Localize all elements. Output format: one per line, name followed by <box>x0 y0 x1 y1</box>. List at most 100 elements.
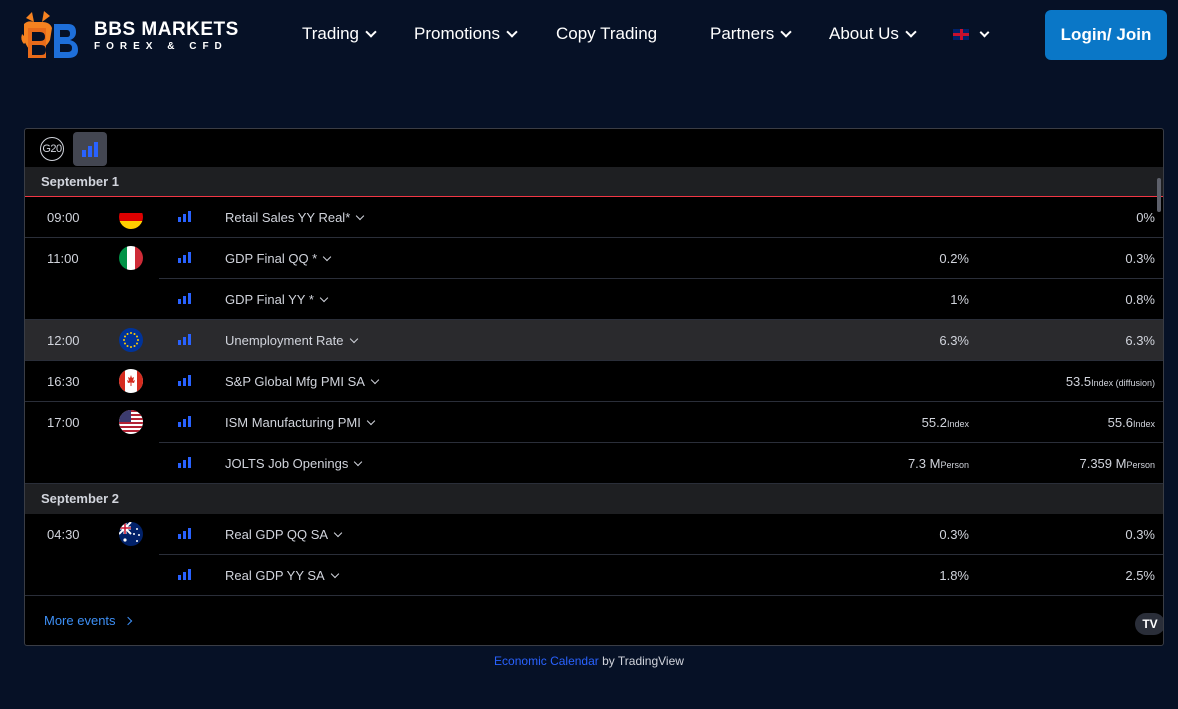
event-time: 09:00 <box>47 210 80 225</box>
scrollbar-thumb[interactable] <box>1157 178 1161 212</box>
prior-value: 0% <box>1136 210 1155 225</box>
event-title-text: GDP Final YY * <box>225 292 314 307</box>
site-header: BBS MARKETS FOREX & CFD Trading Promotio… <box>0 0 1178 72</box>
more-events-link[interactable]: More events <box>44 613 132 628</box>
importance-bars-icon <box>178 293 191 304</box>
prior-unit: Index (diffusion) <box>1091 378 1155 388</box>
nav-trading[interactable]: Trading <box>302 24 377 44</box>
nav-promotions[interactable]: Promotions <box>414 24 518 44</box>
nav-partners-label: Partners <box>710 24 775 43</box>
forecast-value: 7.3 M <box>907 456 941 471</box>
event-prior: 53.5Index (diffusion) <box>1066 374 1155 389</box>
login-join-button[interactable]: Login/ Join <box>1045 10 1167 60</box>
event-title[interactable]: Unemployment Rate <box>225 333 358 348</box>
economic-calendar-link[interactable]: Economic Calendar <box>494 654 599 668</box>
event-title-text: Real GDP QQ SA <box>225 527 329 542</box>
nav-copy-trading[interactable]: Copy Trading <box>556 24 657 44</box>
prior-value: 55.6 <box>1107 415 1133 430</box>
prior-value: 6.3% <box>1125 333 1155 348</box>
chevron-down-icon <box>354 457 363 466</box>
event-title-text: Retail Sales YY Real* <box>225 210 351 225</box>
forecast-unit: Person <box>940 460 969 470</box>
event-title[interactable]: Real GDP YY SA <box>225 568 339 583</box>
event-prior: 0.3% <box>1125 251 1155 266</box>
forecast-value: 1.8% <box>939 568 969 583</box>
date-header: September 2 <box>25 484 1163 514</box>
importance-bars-icon <box>178 252 191 263</box>
chevron-down-icon <box>356 211 365 220</box>
chevron-down-icon <box>905 26 917 38</box>
importance-bars-icon <box>178 569 191 580</box>
event-prior: 0% <box>1136 210 1155 225</box>
language-selector[interactable] <box>953 27 990 40</box>
event-title-text: ISM Manufacturing PMI <box>225 415 361 430</box>
widget-attribution: Economic Calendar by TradingView <box>0 654 1178 668</box>
importance-bars-icon <box>178 211 191 222</box>
brand-logo[interactable]: BBS MARKETS FOREX & CFD <box>20 10 239 62</box>
nav-trading-label: Trading <box>302 24 360 43</box>
importance-filter-button[interactable] <box>73 132 107 166</box>
event-forecast: 6.3% <box>939 333 969 348</box>
event-row[interactable]: 04:30 Real GDP QQ SA 0.3% 0.3% <box>25 514 1163 555</box>
calendar-toolbar: G20 <box>25 129 1163 167</box>
chevron-down-icon <box>349 334 358 343</box>
prior-unit: Person <box>1126 460 1155 470</box>
event-title-text: JOLTS Job Openings <box>225 456 349 471</box>
nav-about-us[interactable]: About Us <box>829 24 917 44</box>
forecast-value: 55.2 <box>921 415 947 430</box>
event-prior: 7.359 MPerson <box>1079 456 1155 471</box>
prior-value: 2.5% <box>1125 568 1155 583</box>
event-title[interactable]: ISM Manufacturing PMI <box>225 415 376 430</box>
event-forecast: 0.2% <box>939 251 969 266</box>
event-title[interactable]: S&P Global Mfg PMI SA <box>225 374 380 389</box>
chevron-down-icon <box>979 27 990 38</box>
event-time: 12:00 <box>47 333 80 348</box>
chevron-down-icon <box>780 26 792 38</box>
forecast-value: 1% <box>950 292 969 307</box>
uk-flag-icon <box>953 29 969 40</box>
event-row[interactable]: 12:00 Unemployment Rate 6.3% 6.3% <box>25 320 1163 361</box>
bull-logo-icon <box>20 10 84 62</box>
event-title-text: Unemployment Rate <box>225 333 344 348</box>
nav-promotions-label: Promotions <box>414 24 500 43</box>
event-prior: 55.6Index <box>1108 415 1155 430</box>
usa-flag-icon <box>119 410 143 434</box>
g20-filter-button[interactable]: G20 <box>35 132 69 166</box>
event-title[interactable]: Real GDP QQ SA <box>225 527 343 542</box>
row-divider <box>25 483 1163 484</box>
event-row[interactable]: 16:30 S&P Global Mfg PMI SA 53.5Index (dif… <box>25 361 1163 402</box>
event-row[interactable]: 09:00 Retail Sales YY Real* 0% <box>25 197 1163 238</box>
tradingview-logo-icon[interactable]: TV <box>1135 613 1163 635</box>
prior-value: 0.8% <box>1125 292 1155 307</box>
forecast-value: 6.3% <box>939 333 969 348</box>
event-row[interactable]: 17:00 ISM Manufacturing PMI 55.2Index 55.6I… <box>25 402 1163 443</box>
event-title[interactable]: GDP Final QQ * <box>225 251 332 266</box>
event-title[interactable]: GDP Final YY * <box>225 292 329 307</box>
chevron-down-icon <box>319 293 329 302</box>
date-header: September 1 <box>25 167 1163 197</box>
event-row[interactable]: GDP Final YY * 1% 0.8% <box>25 279 1163 320</box>
event-row[interactable]: 11:00 GDP Final QQ * 0.2% 0.3% <box>25 238 1163 279</box>
event-row[interactable]: JOLTS Job Openings 7.3 MPerson 7.359 MPers… <box>25 443 1163 484</box>
event-time: 11:00 <box>47 251 79 266</box>
nav-partners[interactable]: Partners <box>710 24 792 44</box>
importance-bars-icon <box>82 141 98 157</box>
forecast-value: 0.3% <box>939 527 969 542</box>
economic-calendar-widget: G20 September 1 09:00 Retail Sales YY Real… <box>24 128 1164 646</box>
brand-tagline: FOREX & CFD <box>94 41 228 52</box>
event-row[interactable]: Real GDP YY SA 1.8% 2.5% <box>25 555 1163 596</box>
event-forecast: 1.8% <box>939 568 969 583</box>
more-events-label: More events <box>44 613 116 628</box>
event-title[interactable]: JOLTS Job Openings <box>225 456 363 471</box>
prior-value: 0.3% <box>1125 527 1155 542</box>
event-title-text: GDP Final QQ * <box>225 251 318 266</box>
importance-bars-icon <box>178 457 191 468</box>
event-title[interactable]: Retail Sales YY Real* <box>225 210 365 225</box>
event-title-text: S&P Global Mfg PMI SA <box>225 374 365 389</box>
chevron-down-icon <box>370 375 380 384</box>
australia-flag-icon <box>119 522 143 546</box>
prior-value: 53.5 <box>1065 374 1092 389</box>
event-prior: 0.3% <box>1125 527 1155 542</box>
brand-name: BBS MARKETS <box>94 19 239 40</box>
row-divider <box>25 595 1163 596</box>
